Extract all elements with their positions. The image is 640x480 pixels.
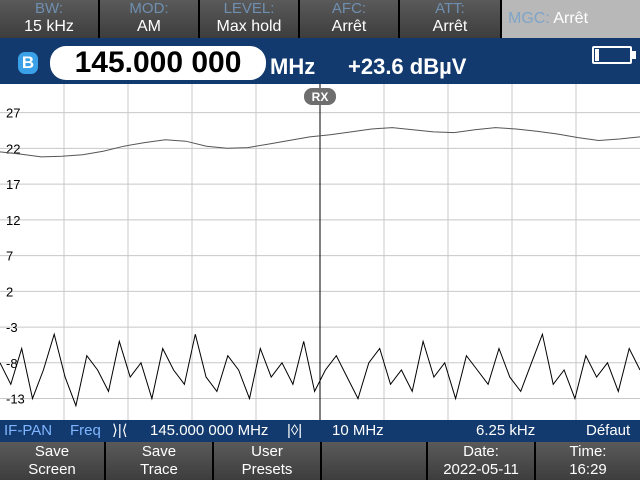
resolution-value: 6.25 kHz	[476, 422, 536, 439]
time-display[interactable]: Time: 16:29	[536, 442, 640, 480]
spectrum-svg: 2722171272-3-8-13RX	[0, 84, 640, 420]
softkey-line2: Screen	[28, 461, 76, 478]
y-tick-label: 7	[6, 249, 13, 264]
softkey-line1: Save	[141, 443, 177, 460]
frequency-bar: B 145.000 000 MHz +23.6 dBµV	[0, 38, 640, 84]
signal-level: +23.6 dBµV	[348, 54, 467, 79]
preset-value: Défaut	[586, 422, 631, 439]
y-tick-label: 12	[6, 213, 20, 228]
span-icon[interactable]: |◊|	[287, 420, 302, 442]
mod-value: AM	[137, 18, 161, 35]
y-tick-label: -13	[6, 392, 25, 407]
softkey-line1: Date:	[463, 443, 499, 460]
mod-label: MOD:	[129, 0, 169, 17]
bw-setting[interactable]: BW: 15 kHz	[0, 0, 100, 38]
if-pan-info-bar: IF-PAN Freq ⟩|⟨ 145.000 000 MHz |◊| 10 M…	[0, 420, 640, 442]
att-value: Arrêt	[432, 18, 468, 35]
frequency-unit: MHz	[270, 54, 316, 79]
bw-label: BW:	[34, 0, 64, 17]
softkey-line1: Save	[34, 443, 70, 460]
softkey-line2: 2022-05-11	[443, 461, 519, 478]
receiver-b-badge[interactable]: B	[18, 52, 38, 74]
mode-label: IF-PAN	[4, 422, 53, 439]
afc-setting[interactable]: AFC: Arrêt	[300, 0, 400, 38]
softkey-line2: 16:29	[569, 461, 607, 478]
date-display[interactable]: Date: 2022-05-11	[428, 442, 536, 480]
center-frequency: 145.000 000 MHz	[150, 422, 269, 439]
level-value: Max hold	[216, 18, 282, 35]
parameter-bar: BW: 15 kHz MOD: AM LEVEL: Max hold AFC: …	[0, 0, 640, 38]
y-tick-label: -3	[6, 320, 18, 335]
softkey-line1: Time:	[569, 443, 607, 460]
save-trace-button[interactable]: Save Trace	[106, 442, 214, 480]
softkey-line2: Presets	[241, 461, 293, 478]
afc-label: AFC:	[331, 0, 367, 17]
y-tick-label: 27	[6, 106, 20, 121]
softkey-bar: Save Screen Save Trace User Presets Date…	[0, 442, 640, 480]
empty-softkey[interactable]	[322, 442, 428, 480]
save-screen-button[interactable]: Save Screen	[0, 442, 106, 480]
frequency-display[interactable]: 145.000 000	[50, 46, 266, 80]
freq-label: Freq	[70, 422, 101, 439]
mgc-label: MGC:	[508, 10, 550, 27]
spectrum-plot[interactable]: 27 22 17 12 7 2 -3 -8 -13 RX	[0, 84, 640, 420]
afc-value: Arrêt	[331, 18, 367, 35]
att-setting[interactable]: ATT: Arrêt	[400, 0, 502, 38]
mgc-value: Arrêt	[553, 10, 589, 27]
bw-value: 15 kHz	[24, 18, 74, 35]
rx-marker-label: RX	[312, 90, 329, 104]
y-tick-label: 2	[6, 284, 13, 299]
mod-setting[interactable]: MOD: AM	[100, 0, 200, 38]
battery-icon	[592, 46, 636, 64]
att-label: ATT:	[435, 0, 465, 17]
level-setting[interactable]: LEVEL: Max hold	[200, 0, 300, 38]
center-left-icon[interactable]: ⟩|⟨	[112, 420, 128, 442]
user-presets-button[interactable]: User Presets	[214, 442, 322, 480]
span-value: 10 MHz	[332, 422, 384, 439]
softkey-line2: Trace	[140, 461, 178, 478]
softkey-line1: User	[251, 443, 283, 460]
level-label: LEVEL:	[223, 0, 275, 17]
y-tick-label: 17	[6, 177, 20, 192]
mgc-setting[interactable]: MGC: Arrêt	[502, 0, 640, 38]
